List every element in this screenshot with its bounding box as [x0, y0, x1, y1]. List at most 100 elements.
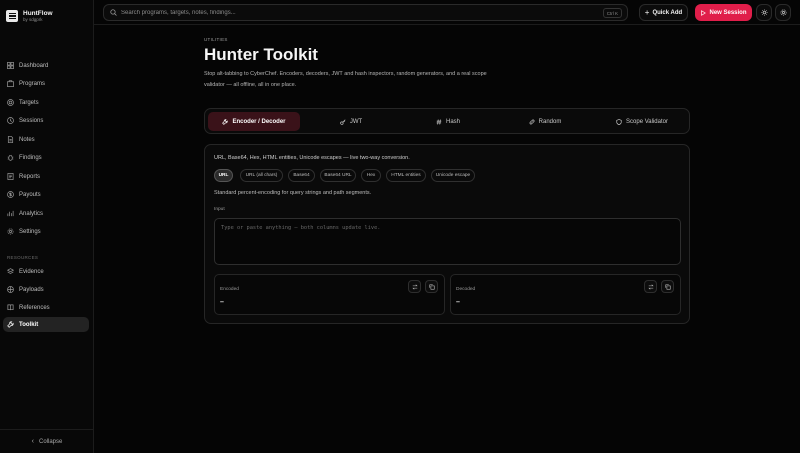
sidebar-item-label: Settings [19, 228, 41, 235]
sidebar-item-reports[interactable]: Reports [3, 169, 89, 184]
toolkit-tabs: Encoder / Decoder JWT Hash Random Scope … [204, 108, 690, 134]
copy-button[interactable] [425, 280, 438, 293]
page-title: Hunter Toolkit [204, 45, 318, 64]
decoded-output-box: Decoded – [450, 274, 681, 315]
copy-icon [664, 283, 671, 290]
page-eyebrow: UTILITIES [204, 37, 228, 42]
tab-scope-validator[interactable]: Scope Validator [596, 112, 688, 131]
chip-unicode-escape[interactable]: Unicode escape [431, 169, 475, 182]
chip-url-all-chars[interactable]: URL (all chars) [240, 169, 283, 182]
new-session-label: New Session [709, 9, 747, 16]
tab-jwt[interactable]: JWT [305, 112, 397, 131]
sidebar-item-targets[interactable]: Targets [3, 95, 89, 110]
settings-button[interactable] [775, 4, 791, 21]
chip-base64-url[interactable]: Base64 URL [320, 169, 356, 182]
input-label: Input [214, 207, 225, 212]
bug-icon [7, 154, 14, 161]
quick-add-label: Quick Add [652, 9, 683, 16]
brand[interactable]: HuntFlow by sdgprk [0, 0, 93, 26]
key-icon [340, 119, 346, 125]
swap-icon [647, 284, 654, 289]
app-byline: by sdgprk [23, 17, 43, 23]
sidebar-item-evidence[interactable]: Evidence [3, 264, 89, 279]
sidebar-item-label: Targets [19, 99, 39, 106]
theme-toggle-button[interactable] [756, 4, 772, 21]
search-bar[interactable]: Ctrl K [103, 4, 628, 21]
tab-hash[interactable]: Hash [402, 112, 494, 131]
copy-icon [428, 283, 435, 290]
sidebar-item-analytics[interactable]: Analytics [3, 206, 89, 221]
tab-label: JWT [349, 118, 363, 125]
search-icon [110, 9, 117, 16]
sidebar: HuntFlow by sdgprk Dashboard Programs Ta… [0, 0, 94, 453]
app-name: HuntFlow [23, 9, 53, 17]
tab-label: Hash [445, 118, 460, 125]
tab-encoder-decoder[interactable]: Encoder / Decoder [208, 112, 300, 131]
sidebar-item-payouts[interactable]: Payouts [3, 187, 89, 202]
topbar: Ctrl K + Quick Add New Session [94, 0, 800, 25]
swap-button[interactable] [644, 280, 657, 293]
target-icon [7, 99, 14, 106]
swap-icon [411, 284, 418, 289]
tab-label: Scope Validator [626, 118, 668, 125]
search-shortcut-badge: Ctrl K [602, 8, 622, 18]
resources-heading: RESOURCES [7, 255, 39, 260]
encoder-panel: URL, Base64, Hex, HTML entities, Unicode… [204, 144, 690, 324]
sidebar-item-label: Toolkit [19, 321, 39, 328]
evidence-icon [7, 268, 14, 274]
tab-random[interactable]: Random [499, 112, 591, 131]
chip-html-entities[interactable]: HTML entities [386, 169, 426, 182]
sidebar-item-sessions[interactable]: Sessions [3, 113, 89, 128]
shield-icon [616, 118, 622, 125]
sidebar-item-label: Programs [19, 80, 46, 87]
chip-hex[interactable]: Hex [361, 169, 381, 182]
tab-label: Encoder / Decoder [232, 118, 286, 125]
sidebar-item-label: Reports [19, 173, 41, 180]
payload-icon [7, 286, 14, 293]
gear-icon [7, 228, 14, 235]
decoded-label: Decoded [456, 287, 476, 292]
chip-url[interactable]: URL [214, 169, 233, 182]
decoded-value: – [456, 299, 460, 306]
sidebar-item-programs[interactable]: Programs [3, 76, 89, 91]
sidebar-item-toolkit[interactable]: Toolkit [3, 317, 89, 332]
chip-base64[interactable]: Base64 [288, 169, 315, 182]
sidebar-item-label: Sessions [19, 117, 44, 124]
new-session-button[interactable]: New Session [695, 4, 752, 21]
sidebar-item-dashboard[interactable]: Dashboard [3, 58, 89, 73]
chevron-left-icon: ‹ [31, 438, 34, 445]
sun-icon [760, 9, 768, 16]
sidebar-item-label: Findings [19, 154, 42, 161]
encoded-output-box: Encoded – [214, 274, 445, 315]
quick-add-button[interactable]: + Quick Add [639, 4, 688, 21]
sidebar-item-notes[interactable]: Notes [3, 132, 89, 147]
hash-icon [436, 119, 442, 124]
encoded-label: Encoded [220, 287, 239, 292]
sidebar-item-settings[interactable]: Settings [3, 224, 89, 239]
collapse-button[interactable]: ‹ Collapse [0, 429, 94, 453]
briefcase-icon [7, 80, 14, 87]
search-input[interactable] [121, 9, 601, 16]
sidebar-item-label: References [19, 304, 50, 311]
sidebar-item-label: Dashboard [19, 62, 49, 69]
sidebar-item-payloads[interactable]: Payloads [3, 282, 89, 297]
tab-label: Random [538, 118, 562, 125]
sidebar-item-references[interactable]: References [3, 300, 89, 315]
sidebar-item-findings[interactable]: Findings [3, 150, 89, 165]
encoder-description: URL, Base64, Hex, HTML entities, Unicode… [214, 155, 410, 161]
encoder-input[interactable] [214, 218, 681, 265]
sidebar-item-label: Evidence [19, 268, 44, 275]
sidebar-item-label: Payouts [19, 191, 41, 198]
report-icon [7, 173, 14, 180]
sidebar-item-label: Notes [19, 136, 35, 143]
grid-icon [7, 62, 14, 69]
book-icon [7, 304, 14, 311]
link-icon [529, 119, 535, 124]
sidebar-item-label: Payloads [19, 286, 44, 293]
copy-button[interactable] [661, 280, 674, 293]
play-icon [701, 9, 707, 16]
swap-button[interactable] [408, 280, 421, 293]
app-logo-icon [6, 10, 18, 22]
sidebar-item-label: Analytics [19, 210, 44, 217]
collapse-label: Collapse [38, 438, 63, 445]
